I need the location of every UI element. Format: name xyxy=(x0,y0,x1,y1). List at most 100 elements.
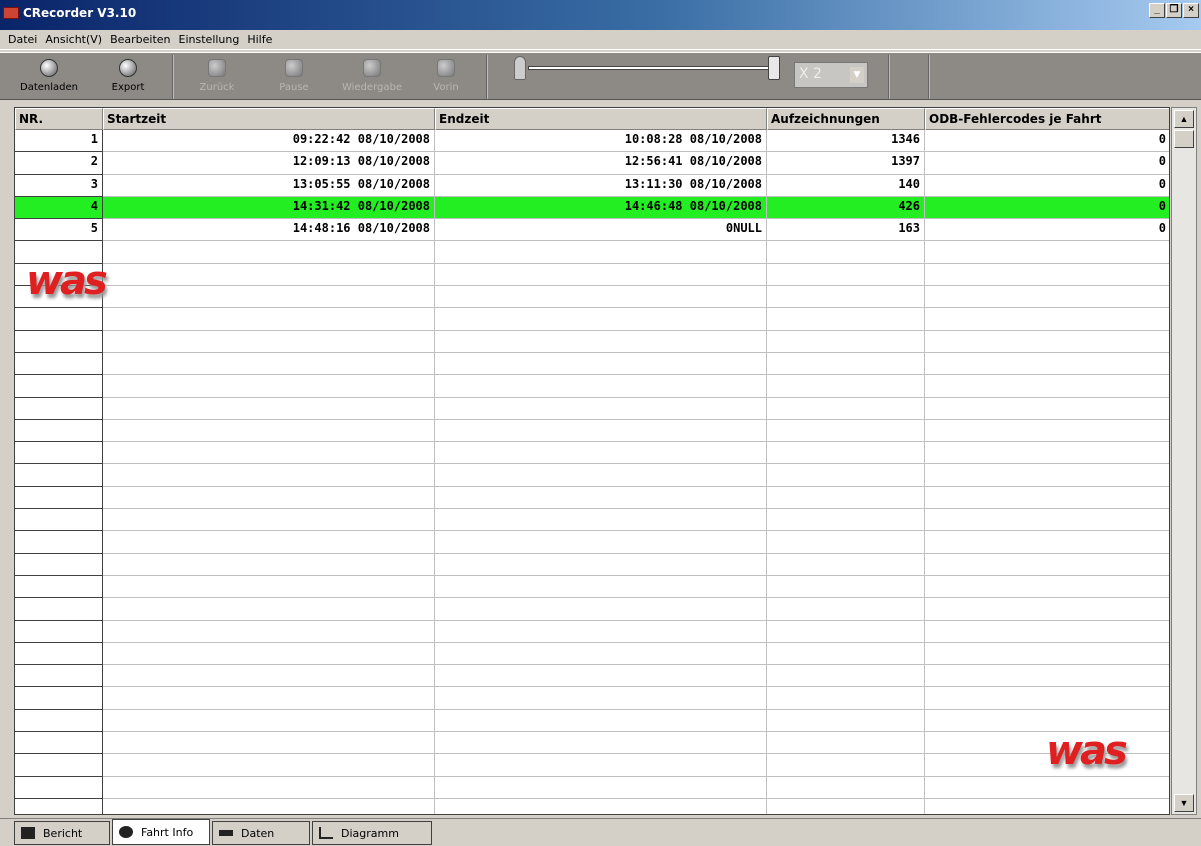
slider-start-handle[interactable] xyxy=(514,56,526,80)
table-cell-nr xyxy=(15,732,103,755)
vertical-scrollbar[interactable]: ▲ ▼ xyxy=(1171,107,1197,815)
back-button[interactable]: Zurück xyxy=(186,57,248,97)
table-cell-nr xyxy=(15,419,103,443)
table-row[interactable] xyxy=(15,531,1169,554)
table-row[interactable] xyxy=(15,375,1169,398)
forward-button[interactable]: Vorin xyxy=(420,57,472,97)
table-row[interactable] xyxy=(15,575,1169,599)
scroll-up-icon[interactable]: ▲ xyxy=(1174,110,1194,128)
tab-fahrt-info[interactable]: Fahrt Info xyxy=(112,819,210,845)
table-row[interactable] xyxy=(15,776,1169,799)
pause-button[interactable]: Pause xyxy=(262,57,326,97)
table-row[interactable] xyxy=(15,419,1169,443)
table-cell-start xyxy=(103,776,435,799)
table-row[interactable] xyxy=(15,286,1169,309)
close-button[interactable]: × xyxy=(1183,3,1199,18)
table-cell-nr xyxy=(15,308,103,331)
table-cell-errors xyxy=(925,509,1169,532)
column-header-nr[interactable]: NR. xyxy=(15,108,103,130)
column-header-startzeit[interactable]: Startzeit xyxy=(103,108,435,130)
table-cell-start: 12:09:13 08/10/2008 xyxy=(103,152,435,175)
table-row[interactable] xyxy=(15,397,1169,420)
table-cell-start xyxy=(103,464,435,487)
table-cell-start xyxy=(103,531,435,554)
play-button[interactable]: Wiedergabe xyxy=(336,57,408,97)
table-row[interactable]: 3 13:05:55 08/10/2008 13:11:30 08/10/2008 1… xyxy=(15,174,1169,197)
table-row[interactable] xyxy=(15,241,1169,264)
table-cell-end xyxy=(435,308,767,331)
table-row[interactable] xyxy=(15,263,1169,287)
table-cell-end xyxy=(435,352,767,376)
table-cell-errors xyxy=(925,241,1169,264)
table-row[interactable] xyxy=(15,687,1169,710)
table-cell-errors xyxy=(925,442,1169,465)
column-header-endzeit[interactable]: Endzeit xyxy=(435,108,767,130)
table-cell-end: 12:56:41 08/10/2008 xyxy=(435,152,767,175)
table-row[interactable] xyxy=(15,732,1169,755)
table-row[interactable]: 2 12:09:13 08/10/2008 12:56:41 08/10/2008 1… xyxy=(15,152,1169,175)
menu-datei[interactable]: Datei xyxy=(4,33,41,46)
table-cell-end xyxy=(435,642,767,666)
menu-bearbeiten[interactable]: Bearbeiten xyxy=(106,33,174,46)
table-cell-errors: 0 xyxy=(925,175,1169,197)
table-row[interactable] xyxy=(15,352,1169,376)
table-row[interactable] xyxy=(15,798,1169,814)
table-row[interactable] xyxy=(15,754,1169,777)
playback-slider-track[interactable] xyxy=(528,66,778,70)
table-cell-errors xyxy=(925,286,1169,309)
menu-ansicht[interactable]: Ansicht(V) xyxy=(41,33,106,46)
table-cell-nr xyxy=(15,754,103,777)
column-header-aufzeichnungen[interactable]: Aufzeichnungen xyxy=(767,108,925,130)
table-cell-end xyxy=(435,732,767,755)
tab-bericht[interactable]: Bericht xyxy=(14,821,110,845)
table-row[interactable] xyxy=(15,642,1169,666)
menu-einstellung[interactable]: Einstellung xyxy=(175,33,244,46)
table-row[interactable] xyxy=(15,620,1169,643)
restore-button[interactable]: ❐ xyxy=(1166,3,1182,18)
table-cell-start xyxy=(103,375,435,398)
tab-diagramm[interactable]: Diagramm xyxy=(312,821,432,845)
table-cell-nr xyxy=(15,776,103,799)
chevron-down-icon[interactable]: ▼ xyxy=(850,67,864,83)
play-label: Wiedergabe xyxy=(341,82,402,93)
table-row[interactable] xyxy=(15,330,1169,353)
table-row[interactable]: 1 09:22:42 08/10/2008 10:08:28 08/10/2008 1… xyxy=(15,130,1169,153)
table-row[interactable] xyxy=(15,464,1169,487)
scroll-down-icon[interactable]: ▼ xyxy=(1174,794,1194,812)
table-row[interactable] xyxy=(15,709,1169,733)
table-row[interactable] xyxy=(15,509,1169,532)
column-header-fehlercodes[interactable]: ODB-Fehlercodes je Fahrt xyxy=(925,108,1169,130)
table-cell-end xyxy=(435,397,767,420)
table-cell-records xyxy=(767,442,925,465)
table-row[interactable] xyxy=(15,486,1169,510)
table-row[interactable]: 4 14:31:42 08/10/2008 14:46:48 08/10/2008 4… xyxy=(15,196,1169,220)
menu-hilfe[interactable]: Hilfe xyxy=(243,33,276,46)
speed-select[interactable]: X 2 ▼ xyxy=(794,62,868,88)
table-cell-end xyxy=(435,263,767,287)
toolbar-separator xyxy=(486,55,488,99)
table-cell-start xyxy=(103,642,435,666)
table-cell-errors xyxy=(925,264,1169,287)
table-cell-start xyxy=(103,308,435,331)
table-cell-errors xyxy=(925,531,1169,554)
table-cell-start xyxy=(103,330,435,353)
table-row[interactable]: 5 14:48:16 08/10/2008 0NULL 163 0 xyxy=(15,219,1169,242)
minimize-button[interactable]: _ xyxy=(1149,3,1165,18)
table-cell-start xyxy=(103,732,435,755)
table-row[interactable] xyxy=(15,598,1169,621)
table-row[interactable] xyxy=(15,442,1169,465)
load-data-button[interactable]: Datenladen xyxy=(12,57,86,97)
table-cell-end xyxy=(435,442,767,465)
tab-daten[interactable]: Daten xyxy=(212,821,310,845)
table-cell-start xyxy=(103,754,435,777)
table-cell-end xyxy=(435,709,767,733)
load-icon xyxy=(40,59,58,77)
scroll-thumb[interactable] xyxy=(1174,130,1194,148)
table-row[interactable] xyxy=(15,308,1169,331)
table-cell-start xyxy=(103,286,435,309)
table-row[interactable] xyxy=(15,553,1169,576)
table-row[interactable] xyxy=(15,665,1169,688)
play-icon xyxy=(363,59,381,77)
export-button[interactable]: Export xyxy=(98,57,158,97)
slider-handle[interactable] xyxy=(768,56,780,80)
